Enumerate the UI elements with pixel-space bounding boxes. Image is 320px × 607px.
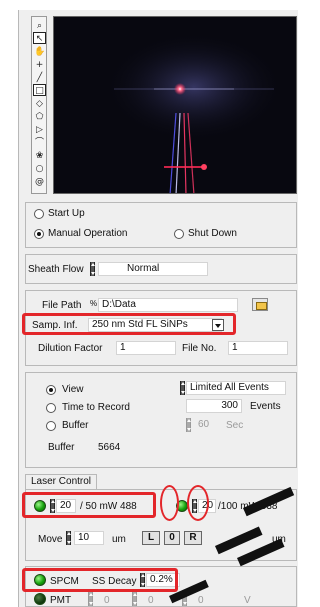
rectangle-icon[interactable]: □ bbox=[33, 84, 46, 96]
pmt-value-3: 0 bbox=[198, 595, 204, 606]
control-panel: ⌕ ↖ ✋ + ╱ □ ◇ ⬠ ▷ ⌒ ❀ ○ @ Start Up Manua… bbox=[18, 10, 298, 607]
file-path-field[interactable]: D:\Data bbox=[98, 298, 238, 312]
move-step-field[interactable]: 10 bbox=[74, 531, 104, 545]
events-field[interactable]: 300 bbox=[186, 399, 242, 413]
sheath-flow-spinner[interactable] bbox=[90, 262, 95, 276]
move-left-button[interactable]: L bbox=[142, 531, 160, 545]
sheath-flow-label: Sheath Flow bbox=[28, 264, 84, 275]
file-no-field[interactable]: 1 bbox=[228, 341, 288, 355]
move-spinner[interactable] bbox=[66, 531, 71, 545]
recording-panel: View Time to Record Buffer Buffer 5664 L… bbox=[25, 372, 297, 468]
buffer-label: Buffer bbox=[48, 442, 75, 453]
pmt-spinner-2[interactable] bbox=[132, 592, 137, 606]
folder-open-icon[interactable] bbox=[252, 298, 268, 311]
limit-mode-spinner[interactable] bbox=[180, 381, 185, 395]
file-no-label: File No. bbox=[182, 343, 217, 354]
camera-image-view[interactable] bbox=[53, 16, 297, 194]
zoom-icon[interactable]: ⌕ bbox=[33, 19, 46, 31]
start-up-label: Start Up bbox=[48, 208, 85, 219]
view-radio[interactable] bbox=[46, 385, 56, 395]
laser-488-highlight bbox=[22, 492, 156, 518]
sec-field[interactable]: 60 bbox=[194, 418, 222, 432]
pointer-icon[interactable]: ↖ bbox=[33, 32, 46, 44]
file-path-label: File Path bbox=[42, 300, 82, 311]
pmt-value-1: 0 bbox=[104, 595, 110, 606]
time-to-record-radio[interactable] bbox=[46, 403, 56, 413]
laser-638-led-highlight bbox=[160, 485, 179, 521]
pmt-led[interactable] bbox=[34, 593, 46, 605]
lasso-icon[interactable]: ⌒ bbox=[33, 136, 46, 148]
sheath-flow-panel: Sheath Flow Normal bbox=[25, 254, 297, 284]
buffer-radio-label: Buffer bbox=[62, 420, 89, 431]
move-zero-button[interactable]: 0 bbox=[164, 531, 180, 545]
dilution-factor-field[interactable]: 1 bbox=[116, 341, 176, 355]
sec-unit: Sec bbox=[226, 420, 244, 431]
hand-icon[interactable]: ✋ bbox=[33, 45, 46, 57]
shut-down-label: Shut Down bbox=[188, 228, 237, 239]
shut-down-radio[interactable] bbox=[174, 229, 184, 239]
spcm-highlight bbox=[22, 568, 178, 592]
pmt-spinner-1[interactable] bbox=[88, 592, 93, 606]
buffer-radio[interactable] bbox=[46, 421, 56, 431]
line-icon[interactable]: ╱ bbox=[33, 71, 46, 83]
move-unit: um bbox=[112, 534, 126, 545]
sheath-flow-value[interactable]: Normal bbox=[98, 262, 208, 276]
move-label: Move bbox=[38, 534, 63, 545]
tab-laser-control[interactable]: Laser Control bbox=[25, 474, 98, 490]
laser-638-power-highlight bbox=[187, 485, 209, 521]
dilution-factor-label: Dilution Factor bbox=[38, 343, 103, 354]
freehand-icon[interactable]: ▷ bbox=[33, 123, 46, 135]
pmt-unit: V bbox=[244, 595, 251, 606]
time-to-record-label: Time to Record bbox=[62, 402, 130, 413]
start-up-radio[interactable] bbox=[34, 209, 44, 219]
view-label: View bbox=[62, 384, 84, 395]
diamond-icon[interactable]: ◇ bbox=[33, 97, 46, 109]
sec-spinner[interactable] bbox=[186, 418, 191, 432]
manual-operation-label: Manual Operation bbox=[48, 228, 128, 239]
operation-mode-panel: Start Up Manual Operation Shut Down bbox=[25, 202, 297, 248]
buffer-value: 5664 bbox=[98, 442, 121, 453]
pmt-label: PMT bbox=[50, 595, 72, 606]
limit-mode-field[interactable]: Limited All Events bbox=[186, 381, 286, 395]
circle-icon[interactable]: ○ bbox=[33, 162, 46, 174]
camera-image bbox=[104, 32, 284, 193]
manual-operation-radio[interactable] bbox=[34, 229, 44, 239]
pmt-value-2: 0 bbox=[148, 595, 154, 606]
blob-icon[interactable]: ❀ bbox=[33, 149, 46, 161]
samp-inf-highlight bbox=[22, 313, 236, 335]
move-right-button[interactable]: R bbox=[184, 531, 202, 545]
crosshair-icon[interactable]: + bbox=[33, 58, 46, 70]
polygon-icon[interactable]: ⬠ bbox=[33, 110, 46, 122]
tool-palette: ⌕ ↖ ✋ + ╱ □ ◇ ⬠ ▷ ⌒ ❀ ○ @ bbox=[31, 16, 47, 194]
spiral-icon[interactable]: @ bbox=[33, 175, 46, 187]
path-icon: % bbox=[90, 299, 98, 308]
events-unit: Events bbox=[250, 401, 281, 412]
